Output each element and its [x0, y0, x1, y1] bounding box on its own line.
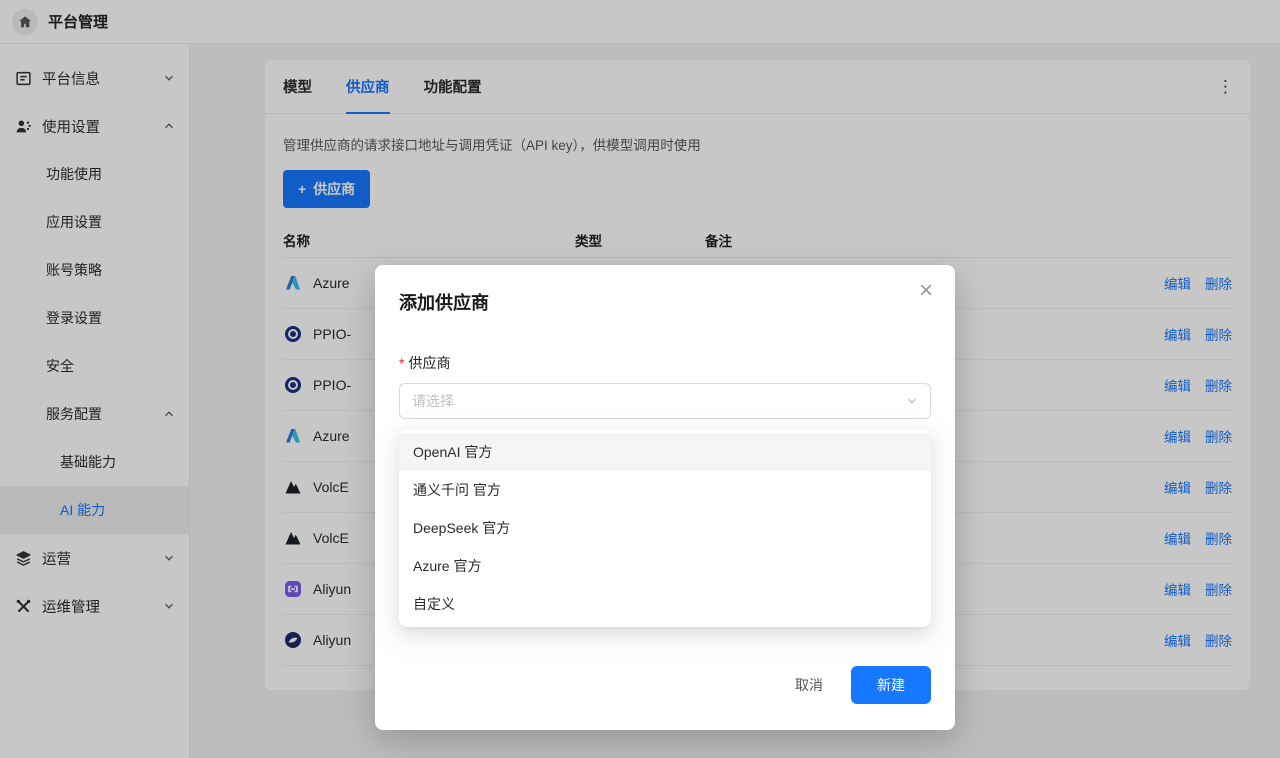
provider-field-label: * 供应商: [399, 355, 451, 371]
chevron-down-icon: [906, 395, 918, 407]
select-placeholder: 请选择: [412, 393, 454, 409]
dropdown-option[interactable]: OpenAI 官方: [399, 433, 931, 471]
close-icon[interactable]: ×: [919, 279, 933, 303]
create-button[interactable]: 新建: [851, 666, 931, 704]
cancel-button[interactable]: 取消: [781, 667, 837, 703]
dropdown-option[interactable]: DeepSeek 官方: [399, 509, 931, 547]
dropdown-option[interactable]: 通义千问 官方: [399, 471, 931, 509]
required-asterisk: *: [399, 355, 405, 371]
add-provider-modal: 添加供应商 × * 供应商 请选择 OpenAI 官方 通义千问 官方 DeepS…: [375, 265, 955, 730]
dropdown-option[interactable]: 自定义: [399, 585, 931, 623]
modal-footer: 取消 新建: [781, 666, 931, 704]
app-root: 平台管理 平台信息 使用设置 功能使用 应用设置 账号策略 登录设置 安全 服务…: [0, 0, 1280, 758]
modal-title: 添加供应商: [399, 293, 489, 313]
provider-select[interactable]: 请选择: [399, 383, 931, 419]
provider-dropdown: OpenAI 官方 通义千问 官方 DeepSeek 官方 Azure 官方 自…: [399, 429, 931, 627]
dropdown-option[interactable]: Azure 官方: [399, 547, 931, 585]
